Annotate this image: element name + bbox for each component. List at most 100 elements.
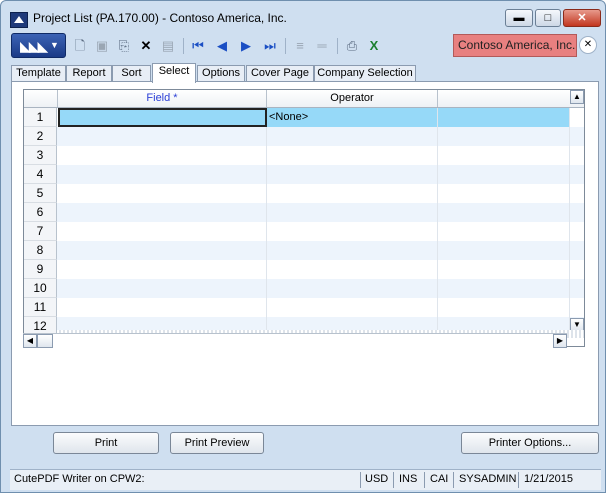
- close-button[interactable]: ✕: [563, 9, 601, 27]
- field-cell[interactable]: [58, 241, 267, 260]
- status-printer: CutePDF Writer on CPW2:: [14, 473, 145, 485]
- value-cell[interactable]: [438, 127, 570, 146]
- table-row[interactable]: 9: [24, 260, 584, 279]
- new-icon[interactable]: 🗋: [71, 37, 89, 55]
- status-date: 1/21/2015: [524, 473, 573, 485]
- status-mode: INS: [399, 473, 418, 485]
- send-icon[interactable]: ⎙: [343, 37, 361, 55]
- toolbar-separator: [183, 38, 184, 54]
- row-number: 11: [24, 298, 57, 317]
- grid-header: Field * Operator V: [24, 90, 584, 108]
- insert-line-icon[interactable]: ≡: [291, 37, 309, 55]
- company-badge: Contoso America, Inc.: [453, 34, 577, 57]
- toolbar-separator: [285, 38, 286, 54]
- operator-cell[interactable]: [267, 146, 438, 165]
- tab-template[interactable]: Template: [11, 65, 66, 82]
- table-row[interactable]: 1 <None>: [24, 108, 584, 127]
- scroll-right-button[interactable]: ▶: [553, 334, 567, 348]
- operator-cell[interactable]: [267, 298, 438, 317]
- status-bar: CutePDF Writer on CPW2: USD INS CAI SYSA…: [10, 469, 601, 490]
- field-cell[interactable]: [58, 146, 267, 165]
- scroll-left-button[interactable]: ◀: [23, 334, 37, 348]
- field-cell[interactable]: [58, 260, 267, 279]
- toolbar-separator: [337, 38, 338, 54]
- value-cell[interactable]: [438, 222, 570, 241]
- field-cell[interactable]: [58, 165, 267, 184]
- tab-report[interactable]: Report: [66, 65, 112, 82]
- scroll-up-button[interactable]: ▲: [570, 90, 584, 104]
- next-record-icon[interactable]: ▶: [237, 37, 255, 55]
- field-cell[interactable]: [58, 108, 267, 127]
- tab-company-selection[interactable]: Company Selection: [314, 65, 416, 82]
- cancel-icon[interactable]: ▤: [159, 37, 177, 55]
- row-number: 3: [24, 146, 57, 165]
- row-number: 2: [24, 127, 57, 146]
- operator-cell[interactable]: [267, 260, 438, 279]
- print-preview-button[interactable]: Print Preview: [170, 432, 264, 454]
- table-row[interactable]: 3: [24, 146, 584, 165]
- table-row[interactable]: 2: [24, 127, 584, 146]
- operator-cell[interactable]: [267, 279, 438, 298]
- operator-cell[interactable]: [267, 203, 438, 222]
- operator-cell[interactable]: [267, 184, 438, 203]
- maximize-button[interactable]: □: [535, 9, 561, 27]
- value-cell[interactable]: [438, 203, 570, 222]
- select-panel: Field * Operator V 1<None>23456789101112…: [11, 81, 599, 426]
- tab-options[interactable]: Options: [197, 65, 245, 82]
- scroll-thumb[interactable]: [37, 334, 53, 348]
- delete-icon[interactable]: ✕: [137, 37, 155, 55]
- report-window: Project List (PA.170.00) - Contoso Ameri…: [0, 0, 606, 493]
- save-icon[interactable]: ▣: [93, 37, 111, 55]
- operator-cell[interactable]: [267, 165, 438, 184]
- tab-cover-page[interactable]: Cover Page: [246, 65, 314, 82]
- value-cell[interactable]: [438, 184, 570, 203]
- status-user: SYSADMIN: [459, 473, 517, 485]
- first-record-icon[interactable]: ⏮: [189, 37, 207, 55]
- value-cell[interactable]: [438, 260, 570, 279]
- column-header-operator[interactable]: Operator: [267, 90, 438, 107]
- table-row[interactable]: 5: [24, 184, 584, 203]
- previous-record-icon[interactable]: ◀: [213, 37, 231, 55]
- value-cell[interactable]: [438, 165, 570, 184]
- tab-select[interactable]: Select: [152, 63, 196, 83]
- horizontal-scrollbar[interactable]: ◀ ▶: [23, 333, 567, 348]
- copy-icon[interactable]: ⎘: [115, 37, 133, 55]
- tab-sort[interactable]: Sort: [112, 65, 151, 82]
- app-menu-button[interactable]: ◣◣◣ ▼: [11, 33, 66, 58]
- table-row[interactable]: 10: [24, 279, 584, 298]
- print-button[interactable]: Print: [53, 432, 159, 454]
- printer-options-button[interactable]: Printer Options...: [461, 432, 599, 454]
- title-bar: Project List (PA.170.00) - Contoso Ameri…: [1, 1, 605, 33]
- column-header-field[interactable]: Field *: [58, 90, 267, 107]
- corner-close-icon[interactable]: ✕: [579, 36, 597, 54]
- value-cell[interactable]: [438, 298, 570, 317]
- excel-icon[interactable]: X: [365, 37, 383, 55]
- column-header-value[interactable]: V: [438, 90, 584, 107]
- status-separator: [360, 472, 361, 488]
- operator-cell[interactable]: <None>: [267, 108, 438, 127]
- field-cell[interactable]: [58, 222, 267, 241]
- value-cell[interactable]: [438, 108, 570, 127]
- operator-cell[interactable]: [267, 222, 438, 241]
- table-row[interactable]: 4: [24, 165, 584, 184]
- table-row[interactable]: 7: [24, 222, 584, 241]
- value-cell[interactable]: [438, 146, 570, 165]
- field-cell[interactable]: [58, 127, 267, 146]
- field-cell[interactable]: [58, 298, 267, 317]
- value-cell[interactable]: [438, 241, 570, 260]
- table-row[interactable]: 11: [24, 298, 584, 317]
- minimize-button[interactable]: ▬: [505, 9, 533, 27]
- field-cell[interactable]: [58, 203, 267, 222]
- table-row[interactable]: 6: [24, 203, 584, 222]
- operator-cell[interactable]: [267, 127, 438, 146]
- row-header-corner: [24, 90, 58, 107]
- table-row[interactable]: 8: [24, 241, 584, 260]
- field-cell[interactable]: [58, 279, 267, 298]
- operator-cell[interactable]: [267, 241, 438, 260]
- value-cell[interactable]: [438, 279, 570, 298]
- field-cell[interactable]: [58, 184, 267, 203]
- last-record-icon[interactable]: ⏭: [261, 37, 279, 55]
- delete-line-icon[interactable]: ═: [313, 37, 331, 55]
- app-logo-icon: [10, 12, 28, 28]
- row-number: 10: [24, 279, 57, 298]
